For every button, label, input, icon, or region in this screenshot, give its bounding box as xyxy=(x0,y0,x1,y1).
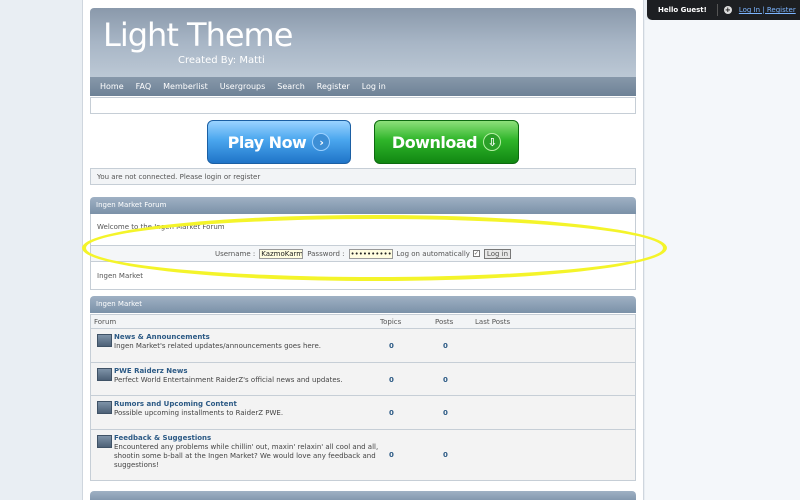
download-icon: ⇩ xyxy=(483,133,502,151)
login-register-link[interactable]: Log In | Register xyxy=(739,6,796,14)
table-row: PWE Raiderz News Perfect World Entertain… xyxy=(90,363,636,396)
login-form: Username : KazmoKarma Password : •••••••… xyxy=(90,245,636,262)
auto-login-checkbox[interactable]: ✓ xyxy=(472,250,480,257)
topics-count: 0 xyxy=(389,376,394,384)
nav-memberlist[interactable]: Memberlist xyxy=(163,82,208,91)
plus-icon[interactable]: + xyxy=(723,6,732,14)
forum-icon xyxy=(97,368,112,381)
forum-title[interactable]: PWE Raiderz News xyxy=(114,367,188,375)
nav-usergroups[interactable]: Usergroups xyxy=(220,82,266,91)
login-button[interactable]: Log in xyxy=(483,248,512,259)
nav-register[interactable]: Register xyxy=(317,82,350,91)
nav-search[interactable]: Search xyxy=(277,82,304,91)
username-label: Username : xyxy=(214,249,256,258)
nav-login[interactable]: Log in xyxy=(362,82,386,91)
posts-count: 0 xyxy=(443,376,448,384)
download-label: Download xyxy=(391,132,478,152)
forum-description: Perfect World Entertainment RaiderZ's of… xyxy=(114,376,343,384)
site-header: Light Theme Created By: Matti Home FAQ M… xyxy=(90,8,636,96)
table-row: Feedback & Suggestions Encountered any p… xyxy=(90,430,636,481)
table-row: Rumors and Upcoming Content Possible upc… xyxy=(90,396,636,430)
guest-bar: Hello Guest! + Log In | Register xyxy=(647,0,800,20)
forum-panel-header: Ingen Market Forum xyxy=(90,197,636,214)
auto-login-label: Log on automatically xyxy=(396,249,470,258)
divider xyxy=(716,4,718,16)
site-title[interactable]: Light Theme xyxy=(103,16,293,54)
posts-count: 0 xyxy=(443,342,448,350)
forum-title[interactable]: News & Announcements xyxy=(114,333,210,341)
topics-count: 0 xyxy=(389,342,394,350)
posts-count: 0 xyxy=(443,409,448,417)
table-row: News & Announcements Ingen Market's rela… xyxy=(90,329,636,363)
forum-icon xyxy=(97,401,112,414)
right-background xyxy=(645,20,800,500)
market-panel-header: Ingen Market xyxy=(90,296,636,313)
empty-bar xyxy=(90,97,636,114)
breadcrumb[interactable]: Ingen Market xyxy=(97,272,143,280)
forum-title[interactable]: Rumors and Upcoming Content xyxy=(114,400,237,408)
forum-icon xyxy=(97,435,112,448)
forum-title[interactable]: Feedback & Suggestions xyxy=(114,434,211,442)
topics-count: 0 xyxy=(389,409,394,417)
play-now-button[interactable]: Play Now › xyxy=(207,120,351,164)
download-button[interactable]: Download ⇩ xyxy=(374,120,519,164)
password-input[interactable]: •••••••••• xyxy=(348,248,393,259)
nav-faq[interactable]: FAQ xyxy=(136,82,152,91)
col-forum: Forum xyxy=(94,318,117,326)
col-last-posts: Last Posts xyxy=(475,318,511,326)
table-header: Forum Topics Posts Last Posts xyxy=(90,314,636,329)
col-posts: Posts xyxy=(435,318,454,326)
arrow-right-icon: › xyxy=(312,133,331,151)
posts-count: 0 xyxy=(443,451,448,459)
col-topics: Topics xyxy=(380,318,402,326)
play-now-label: Play Now xyxy=(227,132,307,152)
main-nav: Home FAQ Memberlist Usergroups Search Re… xyxy=(90,77,636,96)
site-subtitle: Created By: Matti xyxy=(178,55,265,66)
page-container: Light Theme Created By: Matti Home FAQ M… xyxy=(82,0,644,500)
guest-greeting: Hello Guest! xyxy=(658,6,707,14)
topics-count: 0 xyxy=(389,451,394,459)
welcome-text: Welcome to the Ingen Market Forum xyxy=(97,223,225,231)
next-panel-header xyxy=(90,491,636,500)
forum-description: Possible upcoming installments to Raider… xyxy=(114,409,284,417)
forum-description: Encountered any problems while chillin' … xyxy=(114,443,379,469)
nav-home[interactable]: Home xyxy=(100,82,124,91)
forum-description: Ingen Market's related updates/announcem… xyxy=(114,342,321,350)
forum-icon xyxy=(97,334,112,347)
connection-notice: You are not connected. Please login or r… xyxy=(90,168,636,185)
password-label: Password : xyxy=(307,249,345,258)
username-input[interactable]: KazmoKarma xyxy=(259,248,304,259)
